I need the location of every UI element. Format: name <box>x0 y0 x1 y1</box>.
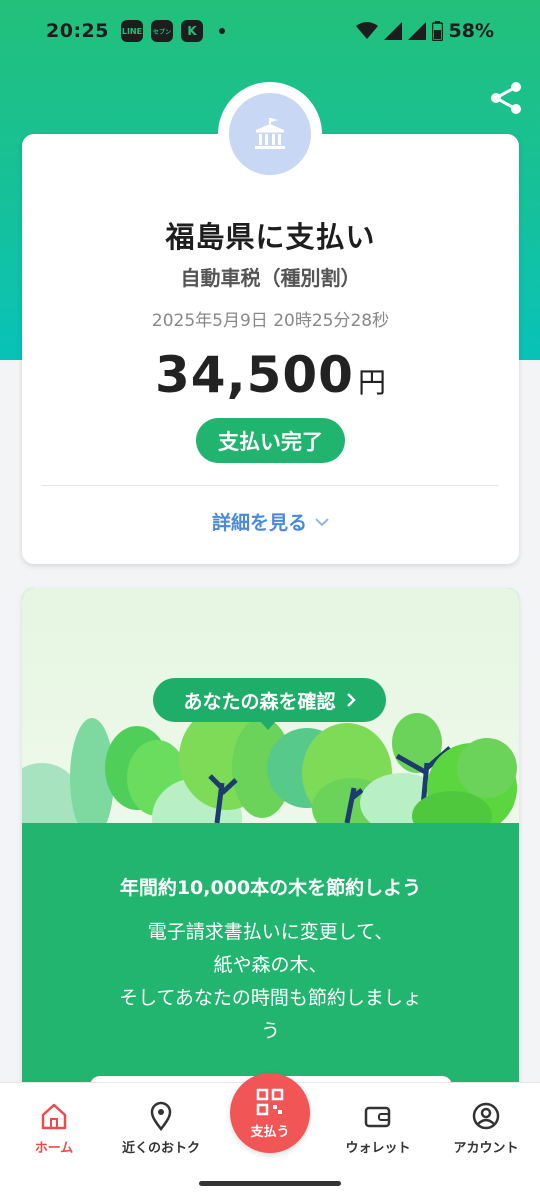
amount-value: 34,500 <box>155 346 354 404</box>
chevron-down-icon <box>315 517 329 526</box>
nav-nearby[interactable]: 近くのおトク <box>107 1101 215 1156</box>
nav-wallet[interactable]: ウォレット <box>324 1101 432 1156</box>
signal-icon <box>383 22 402 40</box>
map-pin-icon <box>150 1101 172 1131</box>
line-app-icon: LINE <box>120 20 143 42</box>
forest-promo-card: あなたの森を確認 年間約10,000本の木を節約しよう 電子請求書払いに変更して… <box>22 588 519 1148</box>
k-app-icon: K <box>180 20 203 42</box>
battery-percent: 58% <box>448 20 494 42</box>
chevron-right-icon <box>346 693 356 707</box>
speech-tail <box>259 720 277 730</box>
nav-home-label: ホーム <box>34 1141 74 1156</box>
forest-body-line: そしてあなたの時間も節約しましょ <box>119 987 422 1009</box>
check-forest-label: あなたの森を確認 <box>183 690 336 713</box>
nav-account-label: アカウント <box>453 1141 519 1156</box>
seven-app-icon: セブン <box>150 20 173 42</box>
battery-icon <box>431 21 443 41</box>
nav-nearby-label: 近くのおトク <box>121 1141 200 1156</box>
forest-body-text: 電子請求書払いに変更して、 紙や森の木、 そしてあなたの時間も節約しましょ う <box>62 916 479 1048</box>
status-right: 58% <box>355 20 494 42</box>
divider <box>42 485 498 486</box>
notification-icons: LINE セブン K <box>120 20 225 42</box>
check-forest-button[interactable]: あなたの森を確認 <box>153 678 386 722</box>
more-notifications-icon <box>218 28 225 34</box>
nav-home[interactable]: ホーム <box>0 1101 108 1156</box>
view-details-link[interactable]: 詳細を見る <box>22 508 519 535</box>
account-icon <box>472 1102 500 1130</box>
merchant-avatar <box>218 82 322 186</box>
wifi-icon <box>355 22 378 39</box>
government-building-icon <box>255 118 285 149</box>
forest-body-line: 電子請求書払いに変更して、 <box>147 921 394 943</box>
status-bar: 20:25 LINE セブン K 58% <box>0 0 540 62</box>
home-indicator[interactable] <box>199 1181 341 1186</box>
nav-account[interactable]: アカウント <box>432 1101 540 1156</box>
payment-status-badge: 支払い完了 <box>196 418 345 463</box>
status-time: 20:25 <box>46 20 109 42</box>
payment-datetime: 2025年5月9日 20時25分28秒 <box>151 311 390 331</box>
forest-headline: 年間約10,000本の木を節約しよう <box>119 877 422 899</box>
payment-subject: 自動車税（種別割） <box>180 266 361 290</box>
home-icon <box>41 1103 67 1130</box>
signal-icon-2 <box>407 22 426 40</box>
forest-body-line: う <box>260 1020 280 1042</box>
amount-currency: 円 <box>357 366 386 399</box>
payee-name: 福島県に支払い <box>165 220 376 254</box>
view-details-label: 詳細を見る <box>211 512 307 534</box>
pay-button[interactable]: 支払う <box>230 1073 310 1153</box>
qr-code-icon <box>256 1088 284 1115</box>
forest-body-line: 紙や森の木、 <box>213 954 328 976</box>
payment-amount: 34,500 円 <box>22 346 519 404</box>
share-button[interactable] <box>486 78 526 118</box>
nav-wallet-label: ウォレット <box>345 1141 411 1156</box>
wallet-icon <box>364 1106 391 1128</box>
pay-button-label: 支払う <box>250 1124 290 1140</box>
share-icon <box>491 82 521 114</box>
